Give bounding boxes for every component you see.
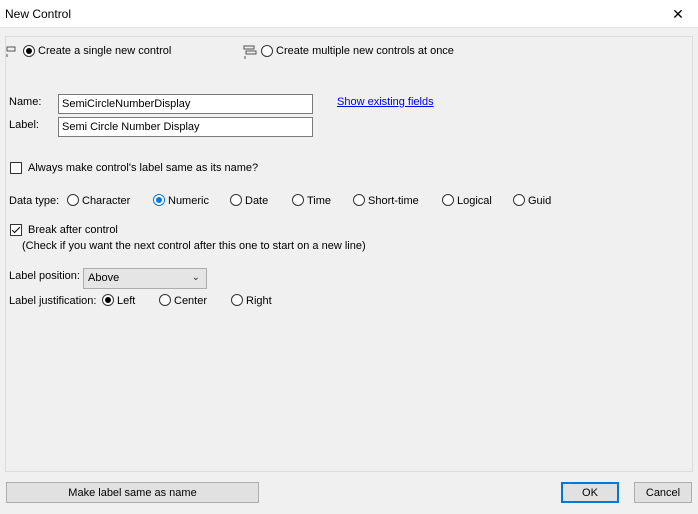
break-after-hint: (Check if you want the next control afte… <box>22 240 366 252</box>
title-bar: New Control ✕ <box>0 0 698 28</box>
always-same-label: Always make control's label same as its … <box>28 162 259 174</box>
make-label-same-button[interactable]: Make label same as name <box>6 482 259 503</box>
radio-justification-right[interactable] <box>231 294 243 306</box>
radio-data-type-numeric[interactable] <box>153 194 165 206</box>
radio-data-type-guid[interactable] <box>513 194 525 206</box>
close-icon[interactable]: ✕ <box>658 0 698 28</box>
radio-data-type-logical[interactable] <box>442 194 454 206</box>
data-type-short-time-label: Short-time <box>368 195 419 207</box>
label-position-value: Above <box>88 272 120 284</box>
radio-data-type-date[interactable] <box>230 194 242 206</box>
label-justification-label: Label justification: <box>9 295 97 307</box>
radio-justification-left[interactable] <box>102 294 114 306</box>
radio-data-type-character[interactable] <box>67 194 79 206</box>
break-after-checkbox[interactable] <box>10 224 22 236</box>
data-type-label: Data type: <box>9 195 60 207</box>
cancel-button[interactable]: Cancel <box>634 482 692 503</box>
name-input[interactable] <box>58 94 313 114</box>
name-label: Name: <box>9 96 42 108</box>
radio-justification-center[interactable] <box>159 294 171 306</box>
chevron-down-icon: ⌄ <box>191 272 200 283</box>
justification-left-label: Left <box>117 295 136 307</box>
data-type-time-label: Time <box>307 195 332 207</box>
label-position-label: Label position: <box>9 270 80 282</box>
radio-data-type-time[interactable] <box>292 194 304 206</box>
label-position-select[interactable]: Above ⌄ <box>83 268 207 289</box>
radio-data-type-short-time[interactable] <box>353 194 365 206</box>
data-type-guid-label: Guid <box>528 195 552 207</box>
label-label: Label: <box>9 119 39 131</box>
window-title: New Control <box>5 7 72 21</box>
data-type-logical-label: Logical <box>457 195 492 207</box>
data-type-character-label: Character <box>82 195 131 207</box>
always-same-checkbox[interactable] <box>10 162 22 174</box>
break-after-label: Break after control <box>28 224 118 236</box>
justification-center-label: Center <box>174 295 208 307</box>
justification-right-label: Right <box>246 295 272 307</box>
show-existing-fields-link[interactable]: Show existing fields <box>337 96 434 108</box>
ok-button[interactable]: OK <box>561 482 619 503</box>
data-type-date-label: Date <box>245 195 269 207</box>
data-type-numeric-label: Numeric <box>168 195 209 207</box>
label-input[interactable] <box>58 117 313 137</box>
main-panel: Name: Show existing fields Label: Always… <box>5 36 693 472</box>
